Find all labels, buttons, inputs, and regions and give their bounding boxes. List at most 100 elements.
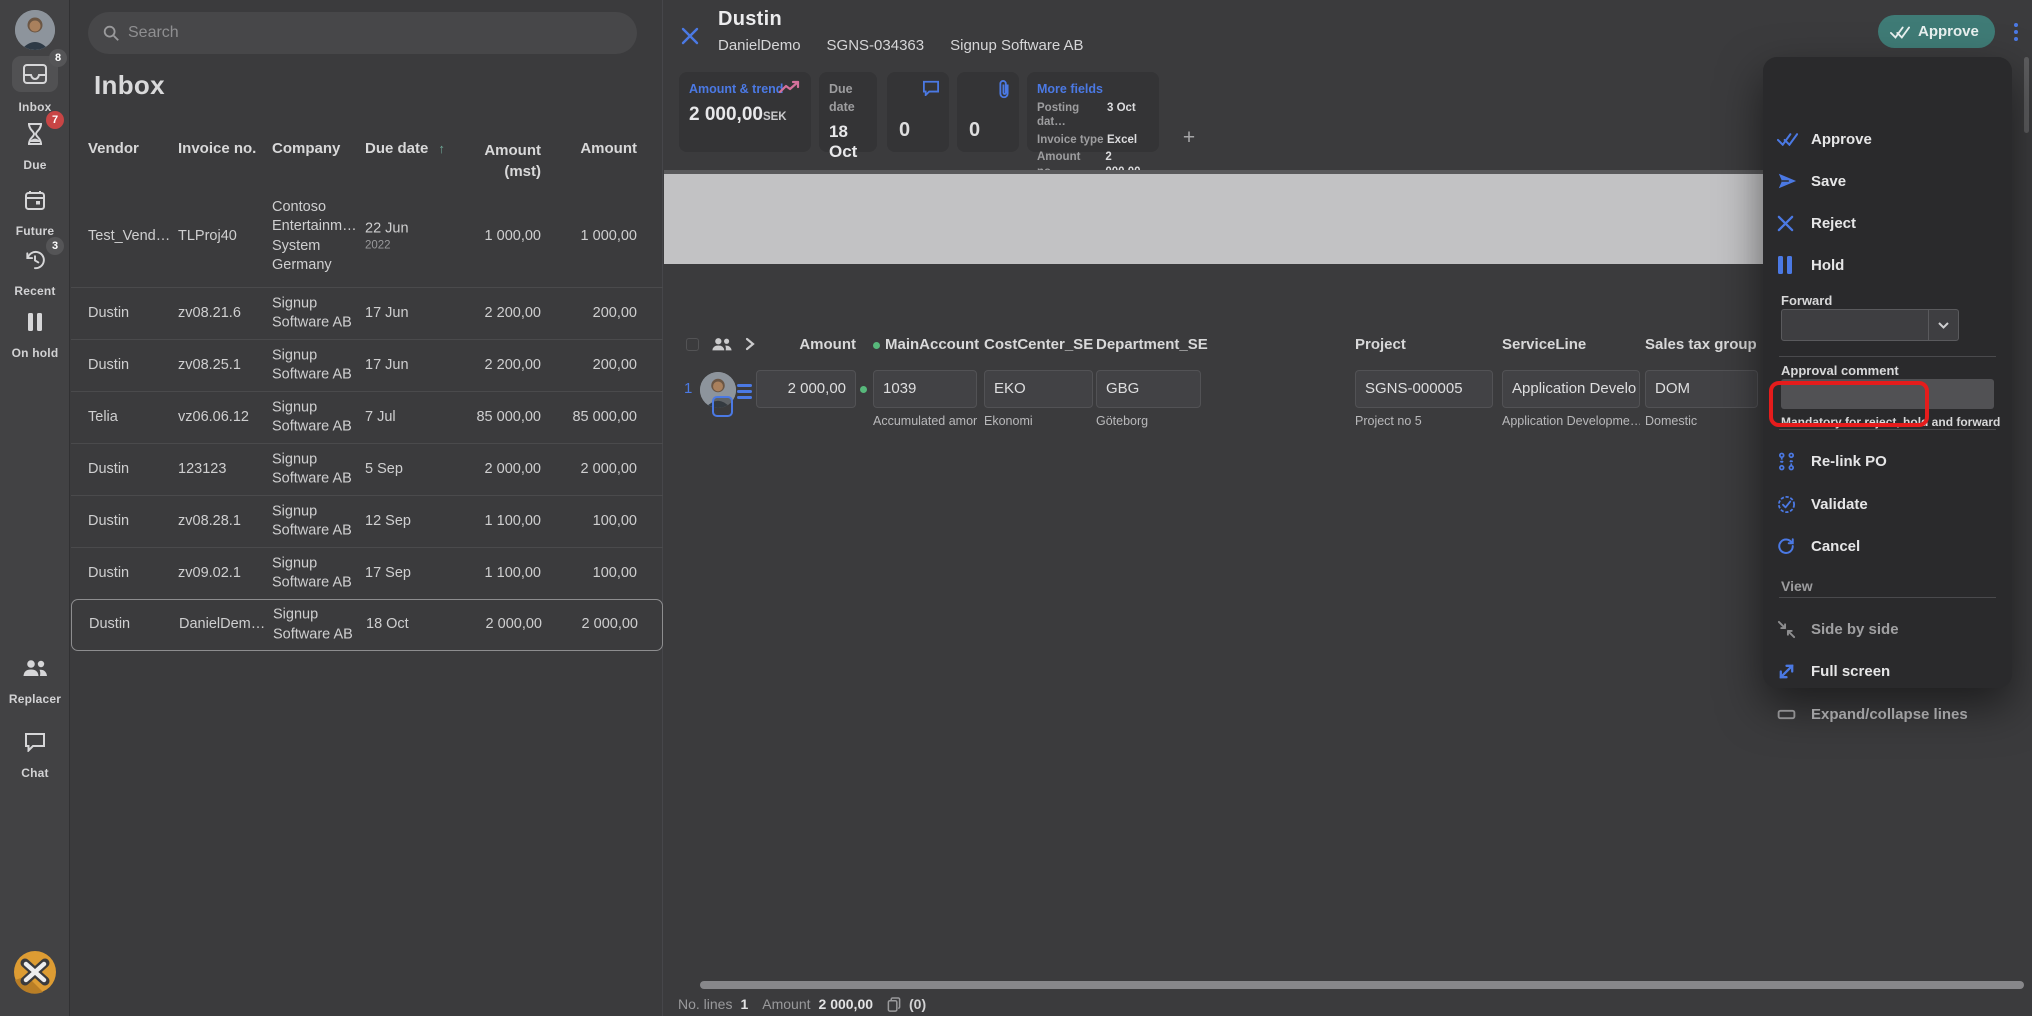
column-header-invoice-no[interactable]: Invoice no. (178, 140, 270, 157)
sidebar-item-recent[interactable]: 3Recent (0, 244, 70, 298)
row-vendor: Dustin (88, 304, 176, 324)
line-field-main[interactable]: 1039 (873, 370, 977, 408)
invoice-row[interactable]: Dustinzv08.21.6Signup Software AB17 Jun2… (71, 287, 663, 339)
sidebar-item-due[interactable]: 7 Due (0, 118, 70, 172)
attachments-card[interactable]: 0 (957, 72, 1019, 152)
add-card-icon[interactable]: + (1178, 128, 1200, 150)
menu-item-expand-collapse-lines[interactable]: Expand/collapse lines (1777, 697, 1998, 731)
sidebar-item-onhold[interactable]: On hold (0, 306, 70, 360)
changed-dot-icon (873, 342, 880, 349)
menu-item-label: Save (1811, 173, 1846, 190)
row-invoice-no: TLProj40 (178, 227, 270, 247)
more-actions-kebab-icon[interactable] (2008, 20, 2024, 46)
sidebar-item-label: Replacer (0, 692, 70, 706)
app-window: 8Inbox 7 Due Future 3Recent On hold Replacer Ch… (0, 0, 2032, 1016)
column-header-amount[interactable]: Amount (547, 140, 637, 157)
comments-card[interactable]: 0 (887, 72, 949, 152)
line-column-project: Project SGNS-000005 Project no 5 (1355, 336, 1493, 432)
horizontal-scrollbar[interactable] (700, 981, 2024, 989)
search-bar[interactable] (88, 12, 637, 54)
line-field-amount[interactable]: 2 000,00 (756, 370, 856, 408)
invoice-row[interactable]: DustinDanielDem…Signup Software AB18 Oct… (71, 599, 663, 651)
menu-item-label: Reject (1811, 215, 1856, 232)
menu-item-label: Hold (1811, 257, 1844, 274)
menu-item-reject[interactable]: Reject (1777, 206, 1998, 240)
line-field-sub: Göteborg (1096, 414, 1201, 428)
more-fields-card[interactable]: More fields Posting dat…3 OctInvoice typ… (1027, 72, 1159, 152)
approval-comment-input[interactable] (1781, 379, 1994, 409)
column-header-amount-mst[interactable]: Amount(mst) (431, 140, 541, 182)
expand-lines-chevron-icon[interactable] (745, 337, 755, 351)
line-menu-icon[interactable] (737, 381, 752, 402)
menu-item-cancel[interactable]: Cancel (1777, 529, 1998, 563)
copy-icon[interactable] (887, 997, 901, 1012)
menu-item-hold[interactable]: Hold (1777, 248, 1998, 282)
row-company: Signup Software AB (272, 294, 364, 333)
forward-select[interactable] (1781, 309, 1959, 341)
line-field-sub: Project no 5 (1355, 414, 1493, 428)
line-column-header[interactable]: Project (1355, 336, 1493, 353)
menu-item-label: Approve (1811, 131, 1872, 148)
sidebar-item-future[interactable]: Future (0, 184, 70, 238)
assignees-icon[interactable] (711, 336, 733, 352)
search-input[interactable] (128, 24, 623, 42)
invoice-row[interactable]: Dustinzv08.25.1Signup Software AB17 Jun2… (71, 339, 663, 391)
row-amount: 100,00 (547, 512, 637, 532)
row-invoice-no: 123123 (178, 460, 270, 480)
line-field-proj[interactable]: SGNS-000005 (1355, 370, 1493, 408)
invoice-row[interactable]: Dustinzv08.28.1Signup Software AB12 Sep1… (71, 495, 663, 547)
sidebar-item-label: Future (0, 224, 70, 238)
menu-item-save[interactable]: Save (1777, 164, 1998, 198)
line-column-sales-tax-group: Sales tax groupDOMDomestic (1645, 336, 1758, 432)
due-date-card[interactable]: Due date 18 Oct (819, 72, 877, 152)
line-field-service[interactable]: Application Develo (1502, 370, 1640, 408)
invoice-row[interactable]: Dustinzv09.02.1Signup Software AB17 Sep1… (71, 547, 663, 599)
line-checkbox[interactable] (712, 396, 733, 417)
sidebar-item-replacer[interactable]: Replacer (0, 652, 70, 706)
line-column-header[interactable]: CostCenter_SE (984, 336, 1093, 353)
column-header-company[interactable]: Company (272, 140, 364, 157)
line-field-tax[interactable]: DOM (1645, 370, 1758, 408)
user-avatar[interactable] (15, 10, 55, 50)
line-column-header[interactable]: Sales tax group (1645, 336, 1758, 353)
hourglass-icon: 7 (15, 118, 55, 150)
app-logo-icon[interactable] (13, 950, 57, 994)
menu-item-validate[interactable]: Validate (1777, 487, 1998, 521)
vertical-scrollbar[interactable] (2024, 57, 2029, 133)
line-number: 1 (684, 380, 692, 397)
trend-up-icon (779, 80, 801, 94)
amount-trend-card[interactable]: Amount & trend 2 000,00SEK (679, 72, 811, 152)
line-column-header[interactable]: ServiceLine (1502, 336, 1640, 353)
menu-item-label: Re-link PO (1811, 453, 1887, 470)
line-column-header[interactable]: Amount (756, 336, 856, 353)
menu-item-side-by-side[interactable]: Side by side (1777, 612, 1998, 646)
sidebar: 8Inbox 7 Due Future 3Recent On hold Replacer Ch… (0, 0, 70, 1016)
menu-item-approve[interactable]: Approve (1777, 122, 1998, 156)
row-vendor: Test_Vend… (88, 227, 176, 247)
row-company: Signup Software AB (272, 554, 364, 593)
sidebar-item-inbox[interactable]: 8Inbox (0, 56, 70, 114)
menu-item-re-link-po[interactable]: Re-link PO (1777, 444, 1998, 478)
line-field-sub: Ekonomi (984, 414, 1093, 428)
select-all-checkbox[interactable] (686, 338, 699, 351)
cancel-icon (1777, 537, 1797, 555)
row-amount-mst: 1 100,00 (431, 564, 541, 584)
history-icon: 3 (15, 244, 55, 276)
approve-button[interactable]: Approve (1878, 15, 1995, 48)
line-column-header[interactable]: MainAccount (873, 336, 977, 353)
row-amount-mst: 2 000,00 (431, 460, 541, 480)
invoice-table-header: Vendor Invoice no. Company Due date↑ Amo… (71, 138, 663, 186)
menu-item-full-screen[interactable]: Full screen (1777, 654, 1998, 688)
line-field-cost[interactable]: EKO (984, 370, 1093, 408)
invoice-row[interactable]: Dustin123123Signup Software AB5 Sep2 000… (71, 443, 663, 495)
sidebar-item-chat[interactable]: Chat (0, 726, 70, 780)
sidebar-item-label: Due (0, 158, 70, 172)
menu-item-label: Expand/collapse lines (1811, 706, 1968, 723)
line-column-header[interactable]: Department_SE (1096, 336, 1201, 353)
menu-item-label: Cancel (1811, 538, 1860, 555)
close-invoice-icon[interactable] (679, 25, 701, 47)
invoice-row[interactable]: Test_Vend…TLProj40Contoso Entertainm… Sy… (71, 186, 663, 287)
column-header-vendor[interactable]: Vendor (88, 140, 176, 157)
invoice-row[interactable]: Teliavz06.06.12Signup Software AB7 Jul85… (71, 391, 663, 443)
line-field-dept[interactable]: GBG (1096, 370, 1201, 408)
